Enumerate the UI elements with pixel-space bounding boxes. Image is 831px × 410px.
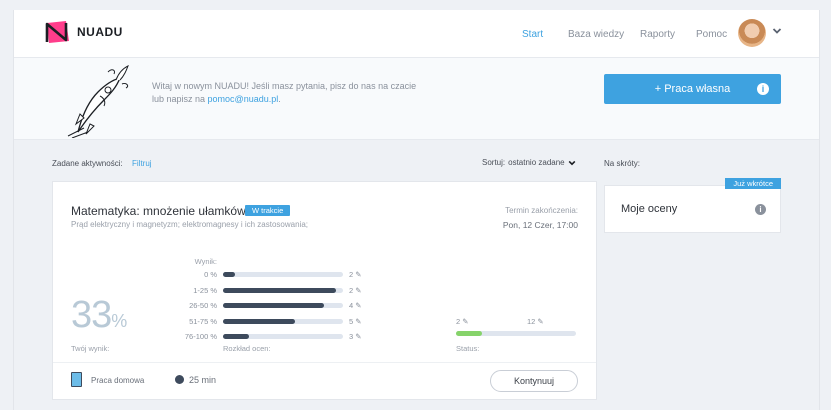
info-icon[interactable]: i — [755, 204, 766, 215]
distribution-bar — [223, 303, 324, 308]
chevron-down-icon — [568, 160, 575, 165]
filter-link[interactable]: Filtruj — [132, 159, 152, 168]
add-own-work-label: + Praca własna — [654, 83, 731, 95]
score-unit: % — [111, 311, 127, 331]
score-value: 33% — [71, 294, 127, 337]
activity-subtitle: Prąd elektryczny i magnetyzm; elektromag… — [71, 220, 308, 229]
distribution-bar-track — [223, 287, 343, 293]
app-window: NUADU Start Baza wiedzy Raporty Pomoc Wi… — [13, 10, 820, 410]
status-badge: W trakcie — [245, 205, 291, 216]
distribution-count: 2 ✎ — [349, 285, 362, 295]
distribution-bar-track — [223, 318, 343, 324]
distribution-count: 3 ✎ — [349, 332, 362, 341]
brand-logo[interactable]: NUADU — [44, 20, 123, 44]
user-avatar[interactable] — [738, 19, 766, 47]
distribution-row: 0 % 2 ✎ — [173, 269, 373, 281]
add-own-work-button[interactable]: + Praca własna i — [604, 74, 781, 104]
distribution-range: 76-100 % — [184, 332, 217, 341]
activity-card[interactable]: Matematyka: mnożenie ułamków W trakcie P… — [52, 181, 597, 400]
distribution-range: 51-75 % — [189, 316, 217, 326]
distribution-bar — [223, 318, 295, 324]
distribution-bar-track — [223, 334, 343, 339]
shortcuts-label: Na skróty: — [604, 159, 641, 168]
welcome-line-1: Witaj w nowym NUADU! Jeśli masz pytania,… — [152, 81, 417, 91]
welcome-banner: Witaj w nowym NUADU! Jeśli masz pytania,… — [14, 58, 819, 140]
distribution-bar — [223, 272, 235, 277]
distribution-bar — [223, 334, 250, 339]
nuadu-logo-icon — [45, 21, 69, 43]
homework-icon — [71, 372, 82, 387]
status-progress-bar — [456, 331, 576, 336]
sort-label: Sortuj: — [482, 158, 506, 167]
welcome-line-2-prefix: lub napisz na — [152, 94, 208, 104]
sort-dropdown[interactable]: Sortuj: ostatnio zadane — [482, 158, 576, 167]
distribution-label: Rozkład ocen: — [223, 344, 271, 353]
chevron-down-icon[interactable] — [772, 26, 782, 36]
welcome-line-2-suffix: . — [278, 94, 281, 104]
nav-pomoc[interactable]: Pomoc — [696, 10, 727, 58]
nav-start[interactable]: Start — [522, 10, 543, 58]
status-total-count: 12 ✎ — [527, 317, 544, 326]
top-navigation: NUADU Start Baza wiedzy Raporty Pomoc — [14, 10, 819, 58]
continue-button[interactable]: Kontynuuj — [490, 370, 578, 392]
distribution-bar-track — [223, 272, 343, 277]
activity-type: Praca domowa — [91, 376, 145, 385]
distribution-range: 0 % — [204, 270, 217, 279]
score-number: 33 — [71, 294, 112, 336]
my-grades-card[interactable]: Już wkrótce Moje oceny i — [604, 178, 781, 233]
my-grades-title: Moje oceny — [621, 203, 678, 215]
status-done-count: 2 ✎ — [456, 317, 469, 326]
deadline-value: Pon, 12 Czer, 17:00 — [502, 220, 578, 230]
welcome-message: Witaj w nowym NUADU! Jeśli masz pytania,… — [152, 80, 452, 106]
distribution-bar-track — [223, 303, 343, 308]
score-label: Twój wynik: — [71, 344, 110, 353]
distribution-range: 26-50 % — [189, 301, 217, 310]
rocket-illustration — [67, 64, 129, 138]
distribution-row: 26-50 % 4 ✎ — [173, 300, 373, 312]
activity-title: Matematyka: mnożenie ułamków — [71, 204, 246, 218]
support-email-link[interactable]: pomoc@nuadu.pl — [208, 94, 279, 104]
deadline-label: Termin zakończenia: — [505, 206, 578, 215]
distribution-row: 51-75 % 5 ✎ — [173, 316, 373, 328]
nav-baza-wiedzy[interactable]: Baza wiedzy — [568, 10, 624, 58]
distribution-count: 4 ✎ — [349, 301, 362, 310]
clock-icon — [175, 375, 184, 384]
status-progress-fill — [456, 331, 483, 336]
activities-label: Zadane aktywności: — [52, 159, 123, 168]
activity-footer: Praca domowa 25 min Kontynuuj — [53, 362, 596, 400]
distribution-count: 2 ✎ — [349, 270, 362, 279]
duration: 25 min — [189, 375, 217, 385]
nav-raporty[interactable]: Raporty — [640, 10, 675, 58]
info-icon[interactable]: i — [757, 83, 769, 95]
sort-value: ostatnio zadane — [508, 158, 565, 167]
distribution-bar — [223, 287, 336, 293]
distribution-row: 1-25 % 2 ✎ — [173, 285, 373, 297]
distribution-header: Wynik: — [194, 257, 217, 266]
coming-soon-badge: Już wkrótce — [725, 178, 781, 189]
distribution-range: 1-25 % — [193, 285, 217, 295]
status-label: Status: — [456, 344, 480, 353]
brand-name: NUADU — [77, 25, 123, 39]
distribution-count: 5 ✎ — [349, 316, 362, 326]
distribution-row: 76-100 % 3 ✎ — [173, 331, 373, 343]
